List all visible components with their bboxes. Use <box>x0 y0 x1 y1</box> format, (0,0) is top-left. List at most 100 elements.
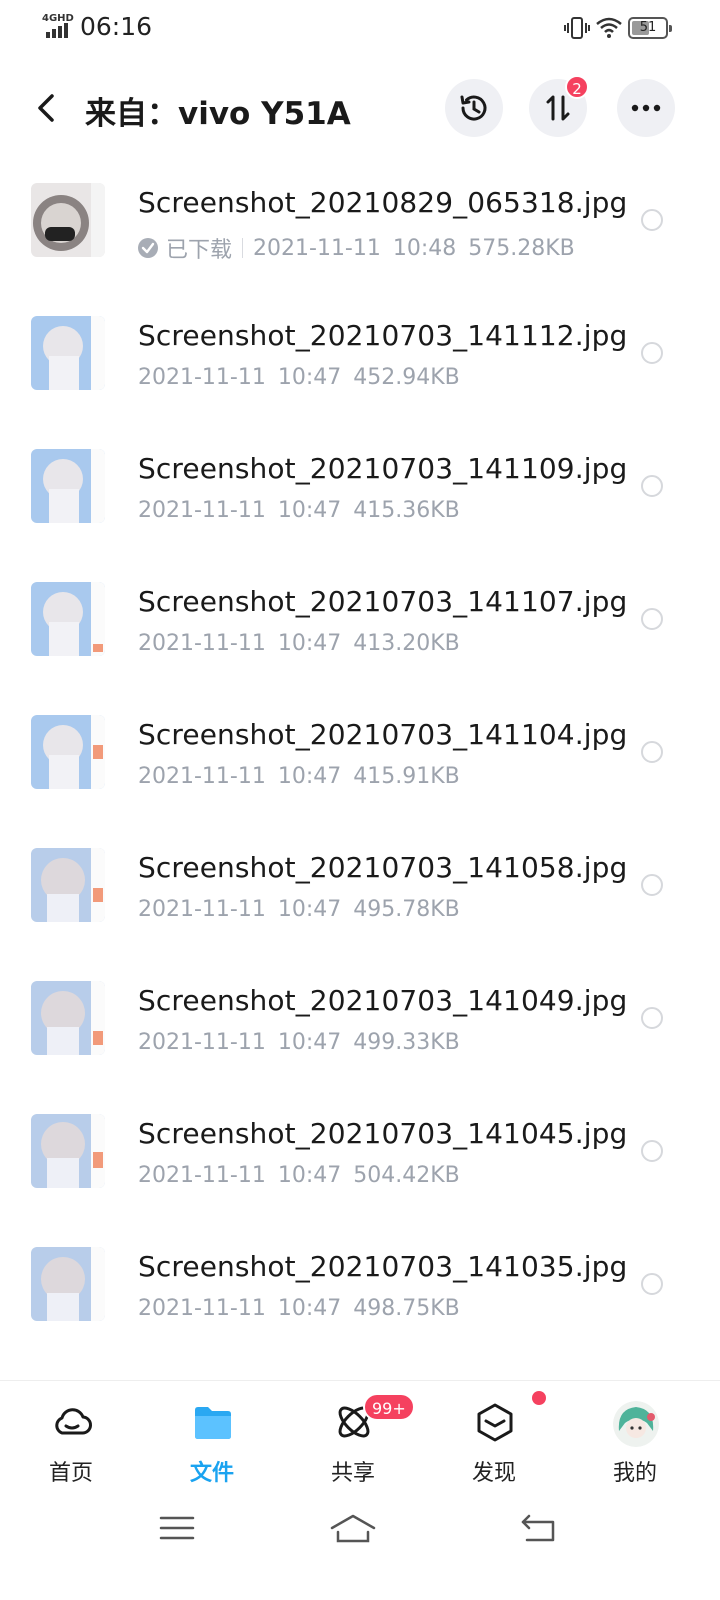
tab-label: 首页 <box>48 1461 93 1486</box>
file-date: 2021-11-11 <box>138 365 266 390</box>
file-size: 504.42KB <box>353 1163 460 1188</box>
folder-icon <box>195 1407 231 1439</box>
file-thumbnail <box>31 848 105 922</box>
tab-share[interactable]: 99+ 共享 <box>293 1381 415 1503</box>
file-time: 10:47 <box>277 897 342 922</box>
file-time: 10:47 <box>277 631 342 656</box>
file-time: 10:47 <box>277 1296 342 1321</box>
file-row[interactable]: Screenshot_20210703_141112.jpg 2021-11-1… <box>0 287 720 420</box>
file-name: Screenshot_20210703_141035.jpg <box>138 1250 628 1283</box>
file-row[interactable]: Screenshot_20210703_141058.jpg 2021-11-1… <box>0 819 720 952</box>
share-count-badge: 99+ <box>363 1393 415 1421</box>
select-checkbox[interactable] <box>641 475 663 497</box>
menu-icon[interactable] <box>157 1508 197 1548</box>
file-name: Screenshot_20210703_141104.jpg <box>138 718 628 751</box>
tab-home[interactable]: 首页 <box>11 1381 131 1503</box>
file-name: Screenshot_20210829_065318.jpg <box>138 186 628 219</box>
file-thumbnail <box>31 1114 105 1188</box>
file-time: 10:47 <box>277 365 342 390</box>
notification-dot <box>532 1391 546 1405</box>
tab-me[interactable]: 我的 <box>575 1381 695 1503</box>
back-icon[interactable] <box>30 90 66 126</box>
file-time: 10:47 <box>277 1030 342 1055</box>
file-row[interactable]: Screenshot_20210703_141035.jpg 2021-11-1… <box>0 1218 720 1351</box>
file-size: 413.20KB <box>353 631 460 656</box>
file-meta: 2021-11-11 10:47 452.94KB <box>138 365 460 390</box>
select-checkbox[interactable] <box>641 209 663 231</box>
file-date: 2021-11-11 <box>253 235 381 261</box>
vibrate-icon <box>564 17 590 39</box>
more-button[interactable] <box>617 79 675 137</box>
select-checkbox[interactable] <box>641 874 663 896</box>
cloud-icon <box>55 1408 92 1435</box>
file-size: 498.75KB <box>353 1296 460 1321</box>
battery-level: 51 <box>639 20 657 35</box>
tab-label: 共享 <box>330 1461 375 1486</box>
select-checkbox[interactable] <box>641 1140 663 1162</box>
more-icon <box>631 104 661 112</box>
clock: 06:16 <box>80 12 153 41</box>
file-name: Screenshot_20210703_141045.jpg <box>138 1117 628 1150</box>
file-size: 499.33KB <box>353 1030 460 1055</box>
tab-label: 文件 <box>189 1461 234 1486</box>
file-row[interactable]: Screenshot_20210703_141107.jpg 2021-11-1… <box>0 553 720 686</box>
system-navigation-bar <box>0 1502 720 1600</box>
file-thumbnail <box>31 1247 105 1321</box>
file-size: 495.78KB <box>353 897 460 922</box>
downloaded-check-icon <box>138 238 158 258</box>
file-date: 2021-11-11 <box>138 1030 266 1055</box>
file-size: 452.94KB <box>353 365 460 390</box>
discover-box-icon <box>477 1403 513 1442</box>
back-nav-icon[interactable] <box>519 1508 559 1548</box>
signal-icon <box>46 23 68 38</box>
wifi-icon <box>596 17 622 38</box>
file-name: Screenshot_20210703_141112.jpg <box>138 319 628 352</box>
file-row[interactable]: Screenshot_20210703_141109.jpg 2021-11-1… <box>0 420 720 553</box>
home-icon[interactable] <box>329 1508 377 1548</box>
file-thumbnail <box>31 715 105 789</box>
file-name: Screenshot_20210703_141049.jpg <box>138 984 628 1017</box>
select-checkbox[interactable] <box>641 608 663 630</box>
avatar <box>613 1401 659 1447</box>
bottom-tab-bar: 首页 文件 99+ 共享 发现 我的 <box>0 1380 720 1502</box>
file-thumbnail <box>31 183 105 257</box>
file-time: 10:47 <box>277 1163 342 1188</box>
file-meta: 2021-11-11 10:47 495.78KB <box>138 897 460 922</box>
tab-files[interactable]: 文件 <box>152 1381 272 1503</box>
divider <box>242 238 244 258</box>
file-thumbnail <box>31 316 105 390</box>
file-row[interactable]: Screenshot_20210703_141104.jpg 2021-11-1… <box>0 686 720 819</box>
status-bar: 4GHD 06:16 51 <box>0 0 720 56</box>
select-checkbox[interactable] <box>641 1273 663 1295</box>
file-time: 10:47 <box>277 764 342 789</box>
file-name: Screenshot_20210703_141107.jpg <box>138 585 628 618</box>
file-date: 2021-11-11 <box>138 1163 266 1188</box>
file-meta: 2021-11-11 10:47 415.36KB <box>138 498 460 523</box>
file-meta: 2021-11-11 10:47 413.20KB <box>138 631 460 656</box>
file-thumbnail <box>31 582 105 656</box>
file-meta: 2021-11-11 10:47 499.33KB <box>138 1030 460 1055</box>
select-checkbox[interactable] <box>641 741 663 763</box>
select-checkbox[interactable] <box>641 342 663 364</box>
file-row[interactable]: Screenshot_20210703_141045.jpg 2021-11-1… <box>0 1085 720 1218</box>
file-meta: 2021-11-11 10:47 415.91KB <box>138 764 460 789</box>
transfer-count-badge: 2 <box>565 75 589 99</box>
tab-label: 我的 <box>612 1461 657 1486</box>
file-row[interactable]: Screenshot_20210829_065318.jpg 已下载 2021-… <box>0 154 720 287</box>
tab-label: 发现 <box>471 1461 516 1486</box>
file-row[interactable]: Screenshot_20210703_141049.jpg 2021-11-1… <box>0 952 720 1085</box>
history-button[interactable] <box>445 79 503 137</box>
file-date: 2021-11-11 <box>138 498 266 523</box>
history-icon <box>460 95 487 121</box>
select-checkbox[interactable] <box>641 1007 663 1029</box>
transfer-button[interactable]: 2 <box>529 75 589 137</box>
file-date: 2021-11-11 <box>138 764 266 789</box>
file-meta: 已下载 2021-11-11 10:48 575.28KB <box>138 232 575 264</box>
file-thumbnail <box>31 449 105 523</box>
file-name: Screenshot_20210703_141109.jpg <box>138 452 628 485</box>
tab-discover[interactable]: 发现 <box>434 1381 554 1503</box>
download-status: 已下载 <box>166 238 233 263</box>
file-meta: 2021-11-11 10:47 504.42KB <box>138 1163 460 1188</box>
file-date: 2021-11-11 <box>138 1296 266 1321</box>
file-date: 2021-11-11 <box>138 897 266 922</box>
